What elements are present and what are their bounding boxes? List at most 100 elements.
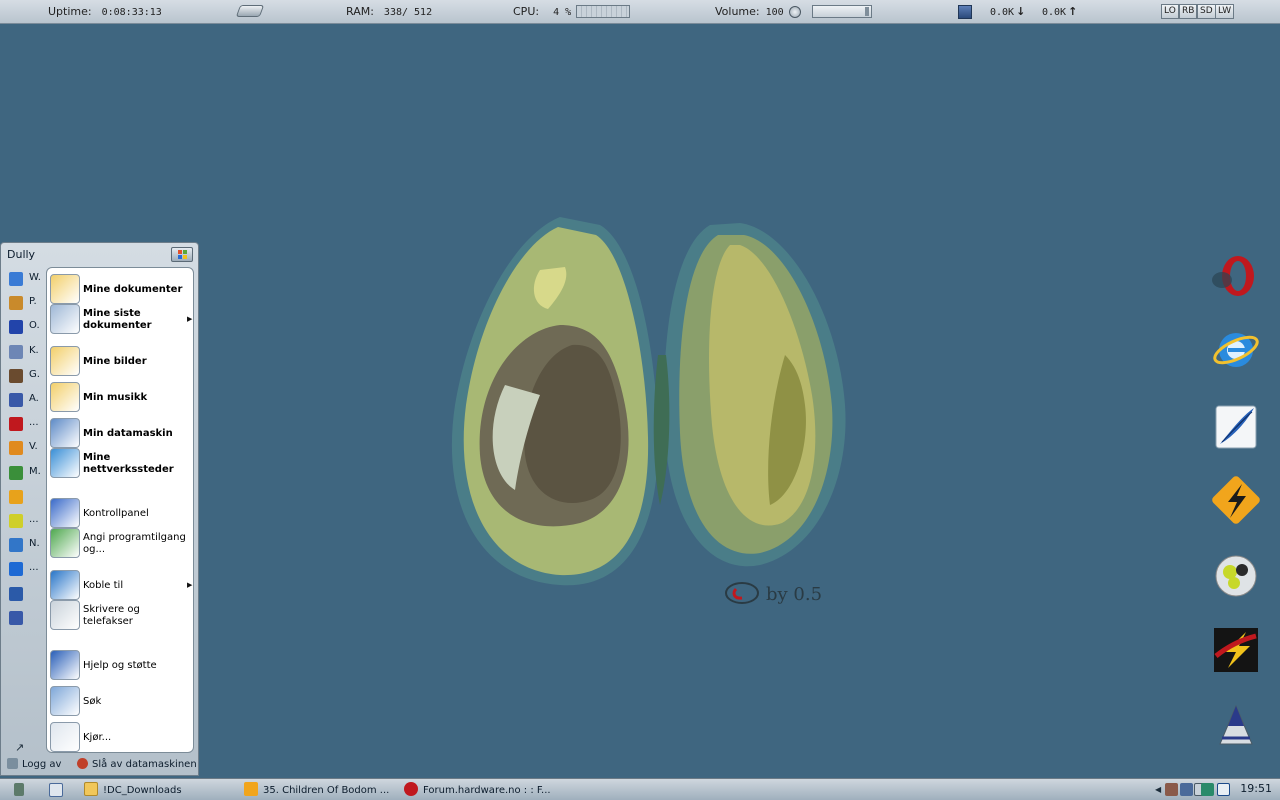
clock[interactable]: 19:51 [1240,782,1272,795]
place-item-label: Mine bilder [83,356,147,367]
pinned-program-label: A. [29,393,39,404]
pinned-program-item[interactable] [7,608,47,628]
calendar-icon [9,320,23,335]
taskbar-button-opera[interactable]: Forum.hardware.no : : F... [404,782,564,799]
uptime-readout: Uptime: 0:08:33:13 [48,5,162,18]
feather-icon[interactable] [1212,402,1260,450]
place-item-10[interactable]: Skrivere og telefakser [47,600,195,632]
tray-user-icon[interactable] [1165,783,1178,796]
pinned-program-item[interactable]: W. [7,269,47,289]
net-down-readout: 0.0K ↓ [990,5,1025,18]
place-item-2[interactable]: Mine siste dokumenter ▶ [47,304,195,336]
net-down-value: 0.0K [990,7,1015,18]
pinned-program-item[interactable]: K. [7,342,47,362]
ram-value: 338/ 512 [383,7,433,18]
taskbar-button-label: 35. Children Of Bodom ... [263,785,390,796]
place-item-13[interactable]: Kjør... [47,722,195,754]
signature-text: by 0.5 [766,584,822,605]
winamp-icon[interactable] [1212,476,1260,524]
signature: by 0.5 [725,582,822,605]
place-item-4[interactable]: Min musikk [47,382,195,414]
flashget-icon[interactable] [1212,626,1260,674]
place-item-label: Kjør... [83,732,112,743]
media-player-icon[interactable] [1212,552,1260,600]
volume-icon[interactable] [789,6,801,18]
reboot-shortcut-button[interactable]: RB [1179,4,1198,19]
windows-logo-icon[interactable] [171,247,193,262]
tray-l-icon[interactable] [1217,783,1230,796]
logoff-shortcut-button[interactable]: LO [1161,4,1179,19]
shutdown-shortcut-button[interactable]: SD [1197,4,1216,19]
place-item-9[interactable]: Koble til ▶ [47,570,195,602]
tray-network-icon[interactable] [1180,783,1193,796]
pinned-program-item[interactable]: V. [7,438,47,458]
show-desktop-icon[interactable] [49,783,63,797]
pinned-program-item[interactable] [7,487,47,507]
vlc-cone-icon[interactable] [1212,702,1260,750]
vlc-small-icon [9,441,23,456]
place-item-3[interactable]: Mine bilder [47,346,195,378]
shutdown-button[interactable]: Slå av datamaskinen [77,758,197,770]
program-access-icon [50,528,80,558]
start-menu-footer: Logg av Slå av datamaskinen [1,755,198,775]
place-item-label: Kontrollpanel [83,508,149,519]
volume-readout: Volume: 100 % [715,5,796,18]
cpu-label: CPU: [513,5,540,18]
taskbar-button-label: Forum.hardware.no : : F... [423,785,551,796]
internet-explorer-icon[interactable] [1212,326,1260,374]
place-item-7[interactable]: Kontrollpanel [47,498,195,530]
place-item-1[interactable]: Mine dokumenter [47,274,195,306]
volume-label: Volume: [715,5,760,18]
place-item-11[interactable]: Hjelp og støtte [47,650,195,682]
place-item-label: Mine dokumenter [83,284,183,295]
place-item-label: Mine nettverkssteder [83,452,174,475]
search-icon [50,686,80,716]
opera-icon[interactable] [1212,252,1260,300]
place-item-label: Søk [83,696,102,707]
pinned-program-label: N. [29,538,40,550]
windows-flag-icon [9,272,23,286]
ram-readout: RAM: 338/ 512 [346,5,432,18]
paint-icon [9,296,23,311]
user-name: Dully [7,248,36,261]
pinned-program-item[interactable]: A. [7,390,47,410]
pin-icon[interactable] [14,783,24,796]
lock-workstation-button[interactable]: LW [1215,4,1235,19]
cpu-graph [576,5,630,18]
tray-expand-icon[interactable]: ◀ [1155,783,1163,796]
pinned-program-item[interactable]: G. [7,366,47,386]
place-item-6[interactable]: Mine nettverkssteder [47,448,195,480]
pinned-program-label: K. [29,344,39,356]
pinned-program-item[interactable]: ... [7,414,47,434]
pinned-program-item[interactable]: ... [7,511,47,531]
control-panel-icon [50,498,80,528]
net-up-value: 0.0K [1042,7,1067,18]
net-up-readout: 0.0K ↑ [1042,5,1077,18]
cpu-readout: CPU: 4 % [513,5,571,18]
taskbar-button-winamp[interactable]: 35. Children Of Bodom ... [244,782,396,799]
my-music-icon [50,382,80,412]
tray-app-icon[interactable] [1201,783,1214,796]
pinned-program-item[interactable]: N. [7,535,47,555]
uptime-label: Uptime: [48,5,92,18]
network-icon[interactable] [958,5,972,19]
logoff-button[interactable]: Logg av [7,758,61,770]
pinned-program-item[interactable]: ... [7,559,47,579]
printer-icon [50,600,80,630]
arrow-down-icon: ↓ [1016,5,1026,18]
all-programs-button[interactable]: ↗ [15,741,24,754]
place-item-label: Koble til [83,580,124,591]
hard-drive-icon[interactable] [235,5,265,17]
pinned-program-item[interactable]: O. [7,317,47,337]
place-item-8[interactable]: Angi programtilgang og... [47,528,195,560]
taskbar-button-dc-downloads[interactable]: !DC_Downloads [84,782,234,799]
place-item-5[interactable]: Min datamaskin [47,418,195,450]
pinned-program-item[interactable] [7,584,47,604]
volume-slider[interactable] [812,5,872,18]
logoff-label: Logg av [22,759,62,770]
pinned-program-item[interactable]: P. [7,293,47,313]
uptime-value: 0:08:33:13 [101,7,162,18]
winamp-task-icon [244,782,258,796]
pinned-program-item[interactable]: M. [7,463,47,483]
place-item-12[interactable]: Søk [47,686,195,718]
